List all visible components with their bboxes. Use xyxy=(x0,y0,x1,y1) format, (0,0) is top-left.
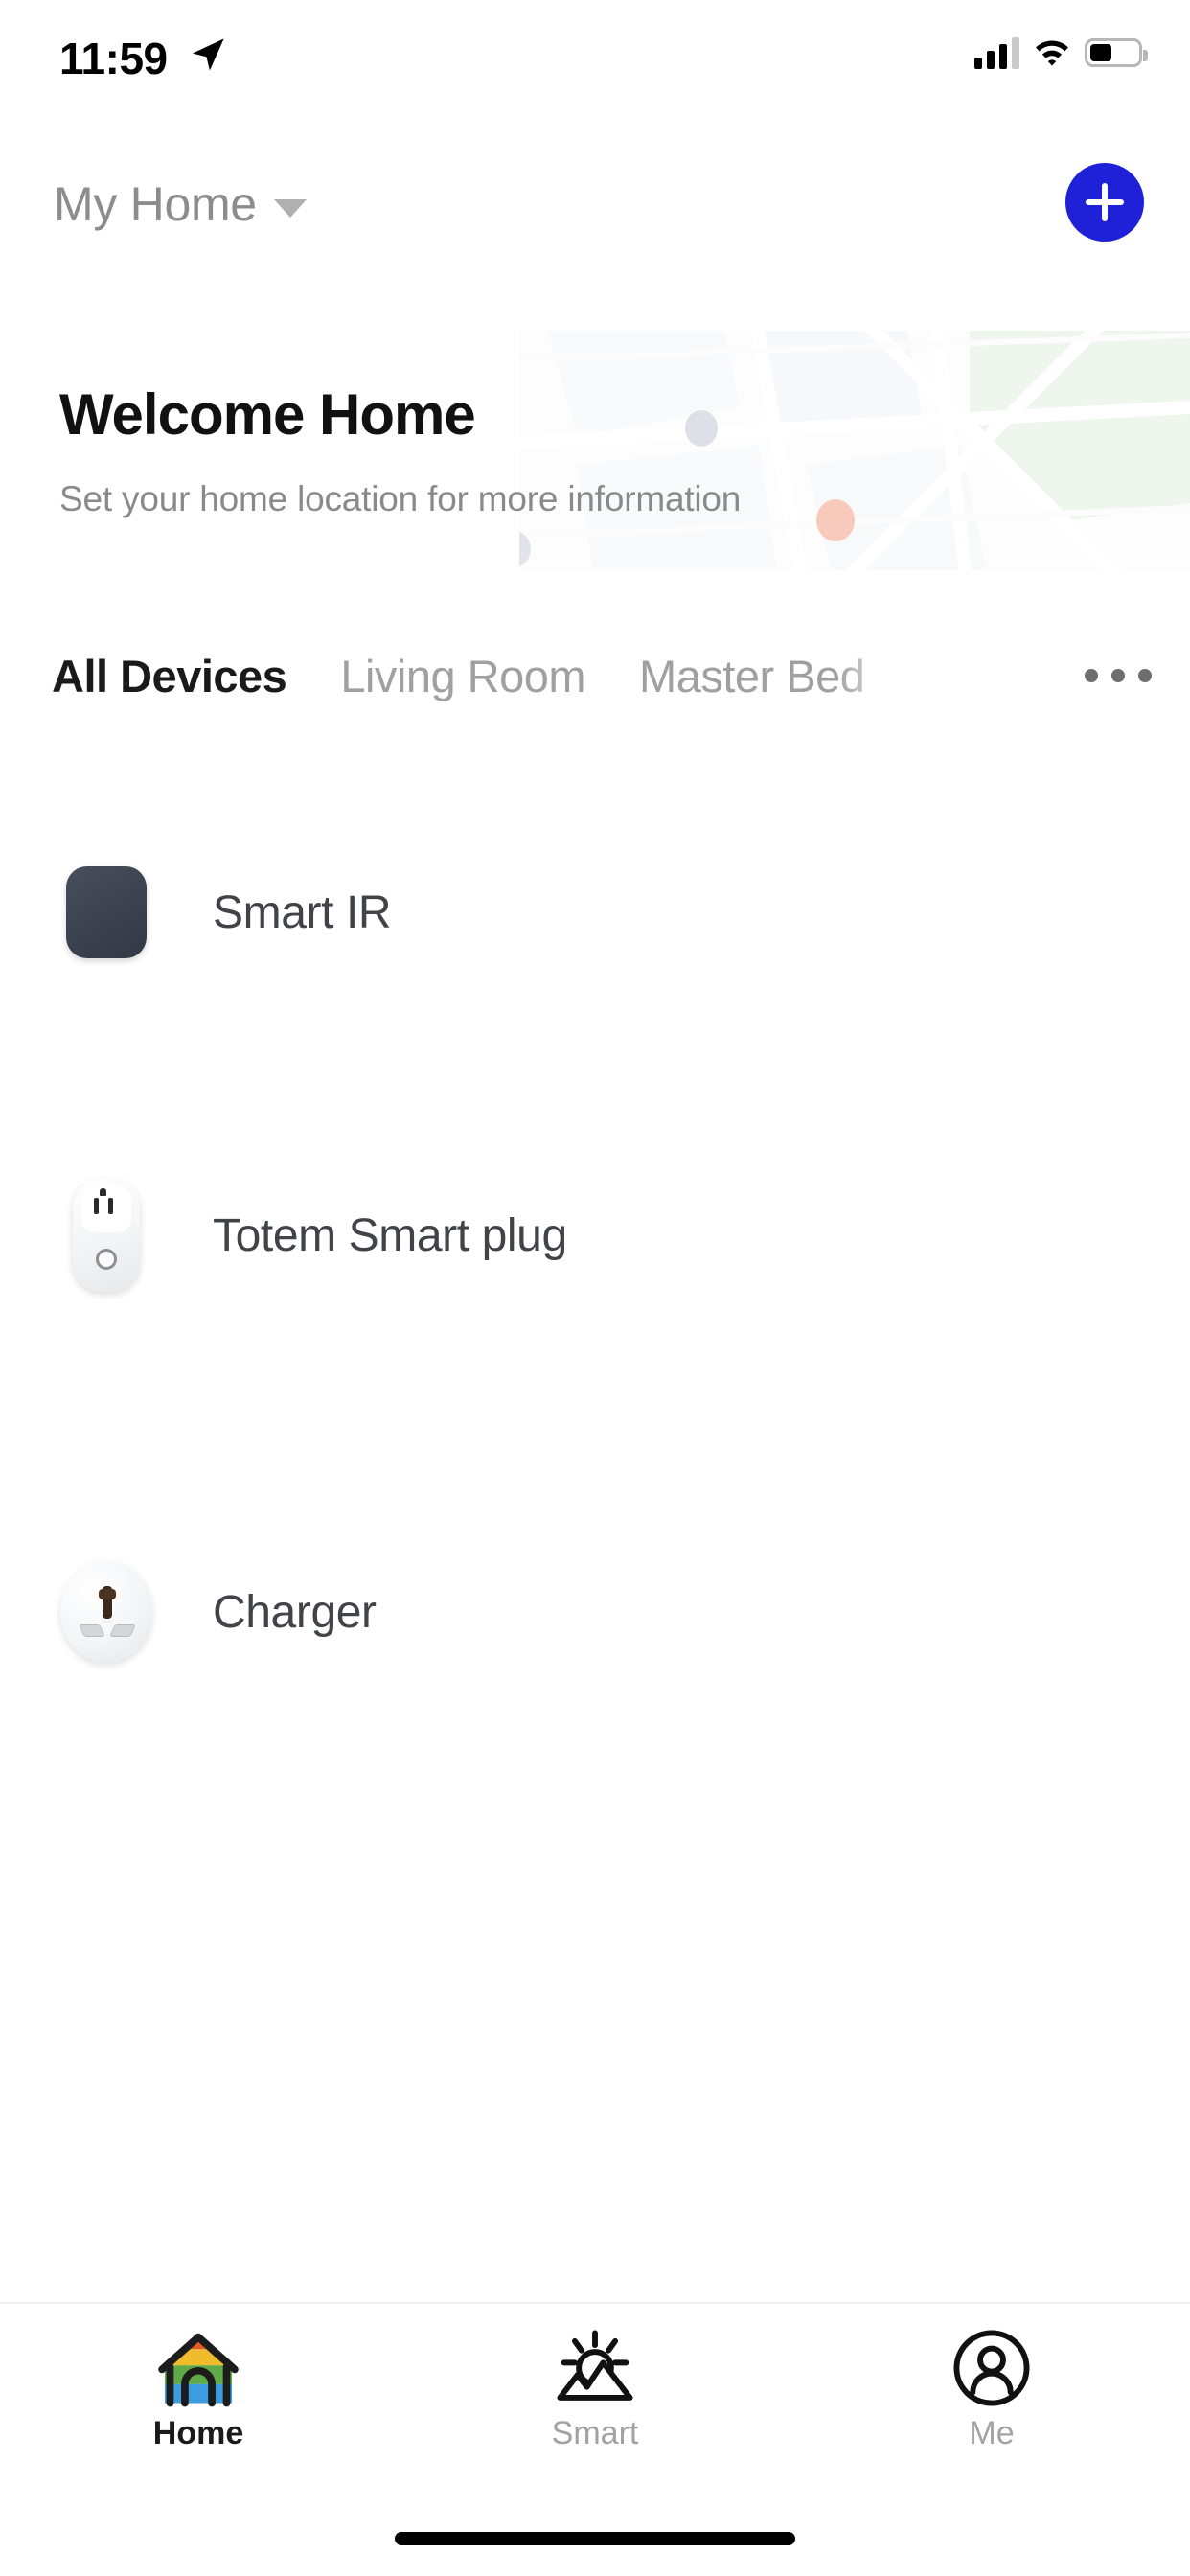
user-circle-icon xyxy=(953,2330,1030,2406)
bottom-navigation-bar: Home Smart Me xyxy=(0,2302,1190,2576)
status-indicators xyxy=(974,36,1148,69)
tab-living-room[interactable]: Living Room xyxy=(313,650,612,702)
chevron-down-icon xyxy=(273,198,307,218)
nav-label-me: Me xyxy=(969,2415,1015,2451)
plus-icon-vertical xyxy=(1102,183,1108,221)
smart-ir-icon xyxy=(66,866,147,958)
more-horizontal-icon[interactable] xyxy=(1085,655,1152,697)
welcome-banner[interactable]: Welcome Home Set your home location for … xyxy=(0,331,1190,570)
scene-mountain-sun-icon xyxy=(557,2330,633,2401)
smart-plug-icon xyxy=(73,1179,140,1292)
nav-label-home: Home xyxy=(152,2415,244,2451)
device-row-smart-ir[interactable]: Smart IR xyxy=(0,805,1190,1020)
status-bar: 11:59 xyxy=(0,0,1190,126)
app-screen: 11:59 My Home Welcome Home Set your home… xyxy=(0,0,1190,2576)
room-tabs-scroll[interactable]: All Devices Living Room Master Bed xyxy=(0,628,1100,724)
tab-master-bedroom[interactable]: Master Bed xyxy=(612,650,891,702)
device-icon-container xyxy=(0,1179,213,1292)
home-name-label: My Home xyxy=(54,177,257,231)
nav-label-smart: Smart xyxy=(551,2415,639,2451)
status-time: 11:59 xyxy=(59,34,168,83)
wifi-icon xyxy=(1036,40,1068,66)
house-icon xyxy=(158,2333,239,2407)
welcome-subtitle: Set your home location for more informat… xyxy=(59,479,742,518)
app-header: My Home xyxy=(0,163,1190,282)
charger-socket-icon xyxy=(60,1561,152,1663)
device-row-totem-smart-plug[interactable]: Totem Smart plug xyxy=(0,1128,1190,1343)
device-name-label: Totem Smart plug xyxy=(213,1209,567,1261)
nav-item-me[interactable]: Me xyxy=(793,2304,1190,2486)
location-arrow-icon xyxy=(192,38,224,71)
cellular-signal-icon xyxy=(974,36,1019,69)
map-background-illustration xyxy=(519,331,1190,570)
tab-all-devices[interactable]: All Devices xyxy=(25,650,313,702)
device-name-label: Smart IR xyxy=(213,886,392,938)
room-tabs: All Devices Living Room Master Bed xyxy=(0,628,1190,743)
device-icon-container xyxy=(0,1561,213,1663)
add-device-button[interactable] xyxy=(1065,163,1144,242)
nav-item-home[interactable]: Home xyxy=(0,2304,397,2486)
home-indicator[interactable] xyxy=(395,2532,795,2545)
device-row-charger[interactable]: Charger xyxy=(0,1505,1190,1719)
device-icon-container xyxy=(0,866,213,958)
nav-item-smart[interactable]: Smart xyxy=(397,2304,793,2486)
home-selector[interactable]: My Home xyxy=(54,176,307,232)
battery-icon xyxy=(1085,38,1148,67)
device-name-label: Charger xyxy=(213,1586,377,1638)
welcome-title: Welcome Home xyxy=(59,382,476,447)
device-list: Smart IR Totem Smart plug Charger xyxy=(0,805,1190,2223)
